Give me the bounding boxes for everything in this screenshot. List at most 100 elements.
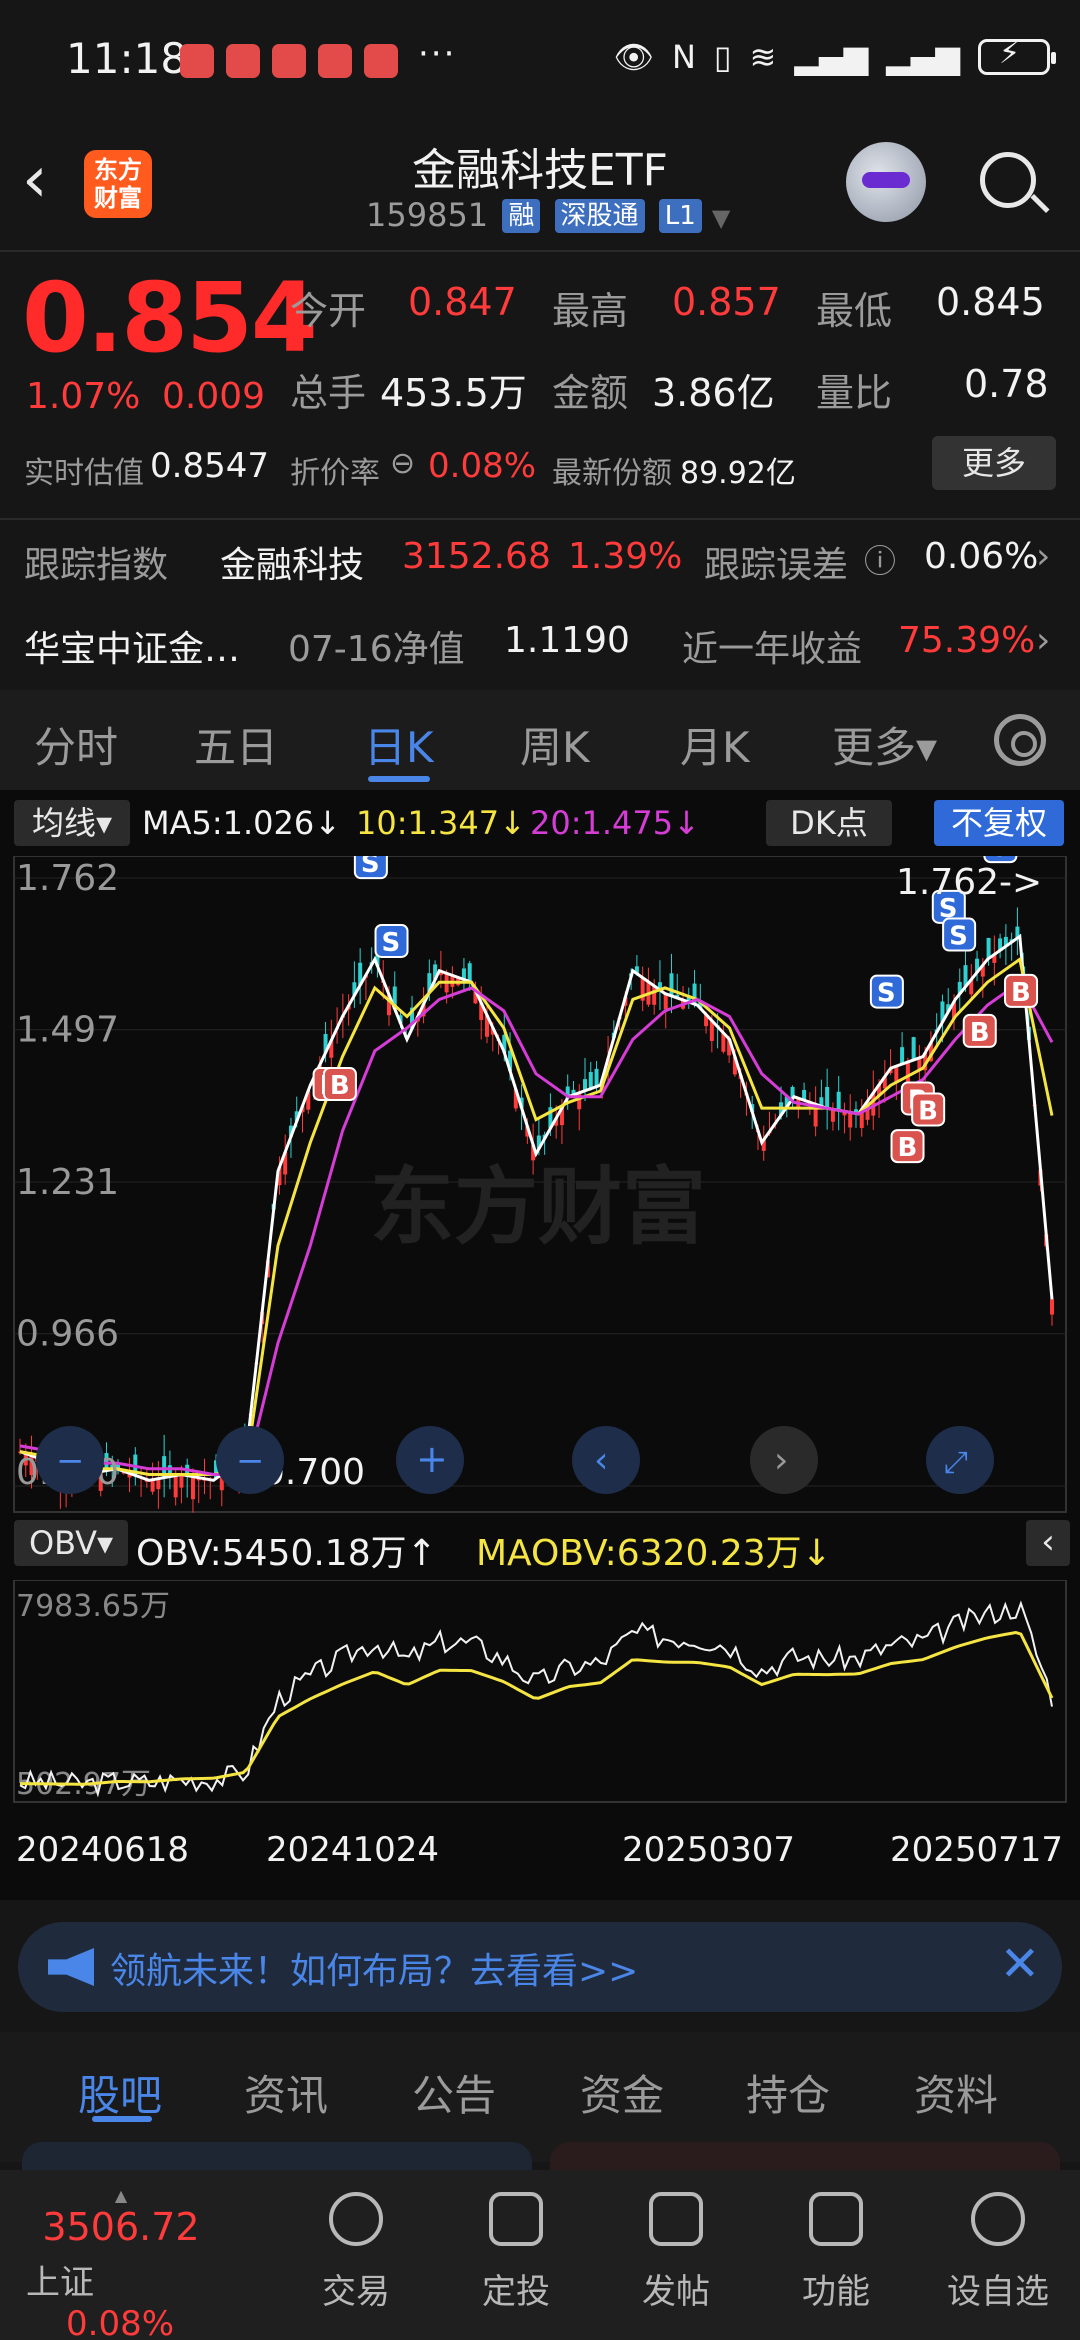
tab-profile[interactable]: 资料 (914, 2062, 998, 2123)
chevron-right-icon: › (774, 1440, 788, 1481)
notification-icon (364, 44, 398, 78)
candle-body (467, 963, 472, 982)
stock-code-row[interactable]: 159851 融 深股通 L1 ▼ (366, 196, 730, 234)
settings-gear-icon[interactable] (994, 714, 1046, 766)
ma-selector[interactable]: 均线▾ (14, 800, 130, 846)
candle-body (986, 937, 991, 959)
tracking-index-name[interactable]: 金融科技 (220, 536, 364, 588)
high-label: 最高 (552, 289, 629, 333)
nav-value: 1.1190 (504, 620, 630, 661)
collapse-icon[interactable]: ‹ (1026, 1520, 1070, 1566)
info-icon[interactable]: ⊖ (390, 446, 415, 481)
chevron-right-icon[interactable]: › (1036, 620, 1050, 661)
index-ticker[interactable]: ▲ 3506.72 上证 0.08% (26, 2186, 216, 2340)
amount-value: 3.86亿 (652, 371, 775, 415)
card-peek (22, 2142, 532, 2172)
index-name: 上证 (26, 2263, 94, 2303)
eye-icon: 👁 (613, 38, 654, 76)
tab-daily-k[interactable]: 日K (364, 714, 434, 775)
candle-body (905, 1061, 910, 1085)
nav-watchlist[interactable]: 设自选 (938, 2170, 1058, 2313)
obv-value: OBV:5450.18万↑ (136, 1533, 437, 1574)
index-row: 上证 0.08% (26, 2255, 216, 2340)
x-axis: 20240618 20241024 20250307 20250717 (0, 1810, 1080, 1890)
chevron-right-icon[interactable]: › (1036, 536, 1050, 577)
signal-label: S (877, 979, 896, 1009)
tracking-index-label: 跟踪指数 (24, 545, 169, 586)
change-pct: 1.07% (26, 376, 141, 417)
candle-body (652, 985, 657, 1005)
tab-intraday[interactable]: 分时 (34, 714, 118, 775)
obv-selector[interactable]: OBV▾ (14, 1520, 128, 1566)
nav-label: 07-16净值 (288, 629, 465, 670)
nav-trade[interactable]: 交易 (296, 2170, 416, 2313)
tab-forum[interactable]: 股吧 (78, 2062, 162, 2123)
battery-icon: ⚡ (978, 36, 1056, 75)
high-value: 0.857 (672, 280, 781, 324)
adjust-button[interactable]: 不复权 (934, 800, 1064, 846)
tab-news[interactable]: 资讯 (244, 2062, 328, 2123)
banner-text[interactable]: 领航未来！如何布局？去看看>> (110, 1942, 638, 1994)
candle-body (825, 1086, 830, 1109)
dots-icon (971, 2192, 1025, 2246)
y-tick-label: 1.497 (16, 1010, 119, 1051)
tab-monthly-k[interactable]: 月K (680, 714, 750, 775)
help-icon[interactable]: ⓘ (864, 536, 896, 582)
maobv-value: MAOBV:6320.23万↓ (476, 1533, 832, 1574)
signal-label: B (898, 1133, 918, 1163)
megaphone-icon (48, 1948, 94, 1986)
shares-value: 89.92亿 (680, 456, 796, 491)
fund-name[interactable]: 华宝中证金… (24, 620, 240, 672)
more-button[interactable]: 更多 (932, 436, 1056, 490)
candle-body (848, 1112, 853, 1128)
nav-post[interactable]: 发帖 (616, 2170, 736, 2313)
signal-label: B (330, 1071, 350, 1101)
x-label: 20241024 (266, 1830, 440, 1870)
vibrate-icon: ▯ (713, 38, 732, 76)
nav-invest[interactable]: 定投 (456, 2170, 576, 2313)
tab-funds[interactable]: 资金 (580, 2062, 664, 2123)
notification-icon (180, 44, 214, 78)
candle-body (190, 1476, 195, 1500)
tab-five-day[interactable]: 五日 (194, 714, 278, 775)
signal-label: B (918, 1096, 938, 1126)
candle-body (173, 1475, 178, 1498)
assistant-avatar-icon[interactable] (846, 142, 926, 222)
expand-icon: ⤢ (944, 1445, 968, 1480)
open-label: 今开 (290, 289, 367, 333)
nav-functions[interactable]: 功能 (776, 2170, 896, 2313)
candle-body (836, 1091, 841, 1111)
minus-icon: − (56, 1441, 85, 1481)
tag-margin: 融 (502, 199, 541, 233)
volume-label: 总手 (290, 371, 367, 415)
divider (0, 250, 1080, 252)
tab-holdings[interactable]: 持仓 (746, 2062, 830, 2123)
x-label: 20240618 (16, 1830, 190, 1870)
signal-icon: ▂▄▆ (794, 38, 869, 76)
tab-weekly-k[interactable]: 周K (520, 714, 590, 775)
promo-banner[interactable]: 领航未来！如何布局？去看看>> ✕ (18, 1922, 1062, 2012)
signal-label: B (970, 1018, 990, 1048)
x-label: 20250307 (622, 1830, 796, 1870)
obv-chart[interactable]: 7983.65万 502.97万 (0, 1580, 1080, 1810)
stock-code: 159851 (366, 196, 489, 234)
signal-label: B (1011, 978, 1031, 1008)
tab-more[interactable]: 更多▾ (832, 714, 937, 775)
dk-point-button[interactable]: DK点 (766, 800, 892, 846)
change-value: 0.009 (162, 376, 266, 417)
caret-up-icon: ▲ (114, 2186, 128, 2205)
status-bar: 11:18 ··· 👁 N ▯ ≋ ▂▄▆ ▂▄▆ ⚡ (0, 0, 1080, 120)
tab-announcements[interactable]: 公告 (412, 2062, 496, 2123)
active-tab-indicator (92, 2116, 152, 2122)
tracking-error-value: 0.06% (924, 536, 1039, 577)
candle-body (594, 1068, 599, 1087)
year-return-label: 近一年收益 (682, 629, 863, 670)
nfc-icon: N (671, 38, 696, 76)
search-icon[interactable] (980, 152, 1036, 208)
close-icon[interactable]: ✕ (1000, 1936, 1040, 1992)
chart-icon (489, 2192, 543, 2246)
status-time: 11:18 (66, 34, 188, 83)
signal-label: S (382, 928, 401, 958)
kline-chart[interactable]: 东方财富 BBSSSBBBSSBSB 1.7621.4971.2310.9660… (0, 856, 1080, 1516)
iopv-label: 实时估值 (24, 456, 144, 491)
